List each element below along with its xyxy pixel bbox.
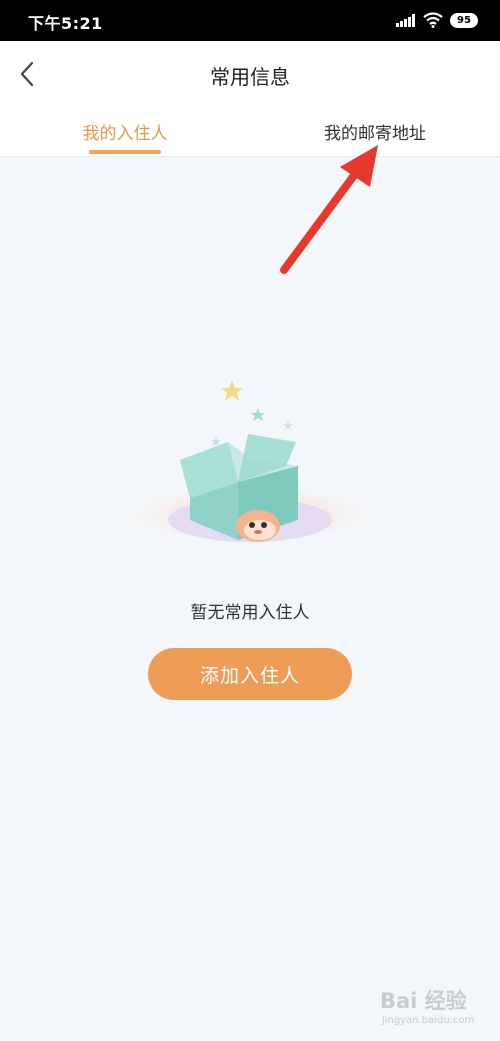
status-bar: 下午5:21 95 [0,0,500,41]
header: 常用信息 我的入住人 我的邮寄地址 [0,41,500,157]
wifi-icon [423,12,443,28]
empty-state-message: 暂无常用入住人 [190,603,310,623]
signal-icon [396,14,415,27]
watermark-main: Bai 经验 [380,989,467,1013]
battery-level: 95 [457,15,471,26]
add-guest-button[interactable]: 添加入住人 [148,648,352,700]
watermark-sub: jingyan.baidu.com [382,1015,475,1026]
status-time: 下午5:21 [28,14,103,33]
battery-icon: 95 [450,13,478,28]
page-title: 常用信息 [210,65,290,89]
empty-box-illustration [115,380,385,547]
baidu-jingyan-watermark: Bai 经验 jingyan.baidu.com [380,985,495,1035]
active-tab-indicator [89,150,161,154]
red-arrow-annotation [280,145,378,274]
tab-my-guests[interactable]: 我的入住人 [60,119,190,144]
